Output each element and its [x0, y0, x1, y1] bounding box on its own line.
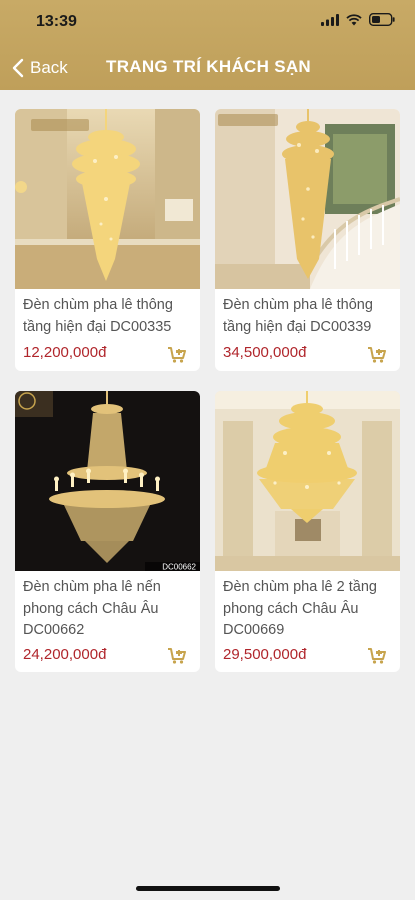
add-to-cart-icon[interactable]: [368, 648, 386, 664]
product-price: 24,200,000đ: [23, 646, 107, 663]
home-indicator[interactable]: [136, 886, 280, 891]
status-time: 13:39: [36, 13, 77, 30]
wifi-icon: [346, 13, 362, 25]
image-watermark: DC00662: [162, 563, 196, 572]
product-price: 29,500,000đ: [223, 646, 307, 663]
product-name[interactable]: Đèn chùm pha lê nến phong cách Châu Âu D…: [23, 577, 195, 642]
add-to-cart-icon[interactable]: [168, 648, 186, 664]
add-to-cart-icon[interactable]: [368, 347, 386, 363]
product-card[interactable]: Đèn chùm pha lê 2 tầng phong cách Châu Â…: [215, 391, 400, 672]
product-name[interactable]: Đèn chùm pha lê thông tầng hiện đại DC00…: [223, 295, 395, 338]
product-image[interactable]: [215, 391, 400, 571]
product-image[interactable]: [15, 109, 200, 289]
product-name[interactable]: Đèn chùm pha lê thông tầng hiện đại DC00…: [23, 295, 195, 338]
page-title: TRANG TRÍ KHÁCH SẠN: [106, 57, 311, 76]
product-card[interactable]: Đèn chùm pha lê thông tầng hiện đại DC00…: [215, 109, 400, 371]
product-image[interactable]: DC00662: [15, 391, 200, 571]
product-price: 12,200,000đ: [23, 344, 107, 361]
product-image[interactable]: [215, 109, 400, 289]
product-card[interactable]: DC00662 Đèn chùm pha lê nến phong cách C…: [15, 391, 200, 672]
add-to-cart-icon[interactable]: [168, 347, 186, 363]
product-price: 34,500,000đ: [223, 344, 307, 361]
app-header: 13:39 Back TRANG TRÍ KHÁCH SẠN: [0, 0, 415, 90]
product-card[interactable]: Đèn chùm pha lê thông tầng hiện đại DC00…: [15, 109, 200, 371]
status-icons: [321, 13, 395, 26]
signal-icon: [321, 13, 339, 26]
battery-icon: [369, 13, 395, 26]
product-name[interactable]: Đèn chùm pha lê 2 tầng phong cách Châu Â…: [223, 577, 395, 642]
